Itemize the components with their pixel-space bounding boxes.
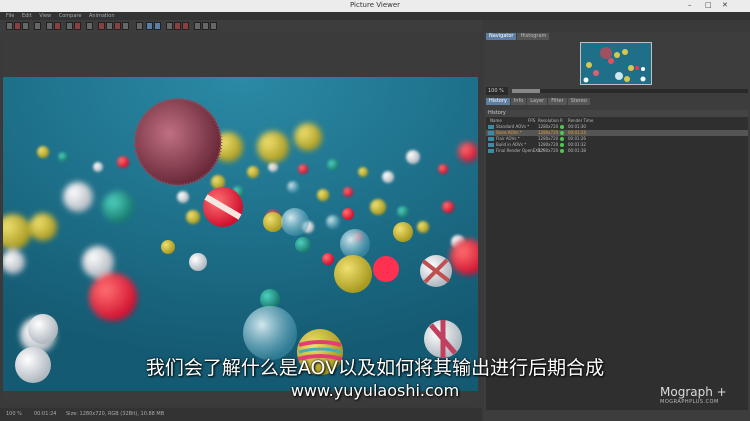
logo-brand: Mograph (660, 385, 713, 399)
stop-icon[interactable] (66, 22, 73, 30)
column-resolution[interactable]: Resolution (538, 117, 559, 124)
menu-compare[interactable]: Compare (59, 12, 82, 20)
history-thumbnail (488, 143, 494, 147)
history-row-name: Final Render OpenEXR * (496, 148, 545, 153)
status-ok-icon (560, 137, 564, 141)
status-ok-icon (560, 143, 564, 147)
logo-site: MOGRAPHPLUS.COM (660, 399, 719, 405)
history-list: Standard AOVs * 1280x720 00:01:30 Store AOV… (486, 124, 748, 154)
export-icon[interactable] (22, 22, 29, 30)
status-ok-icon (560, 125, 564, 129)
website-caption: www.yuyulaoshi.com (290, 381, 460, 400)
tab-history[interactable]: History (486, 98, 510, 105)
menu-animation[interactable]: Animation (89, 12, 115, 20)
status-ok-icon (560, 149, 564, 153)
navigator-tabs: Navigator Histogram (486, 33, 550, 40)
history-row-resolution: 1280x720 (538, 148, 559, 153)
history-row-time: 00:01:38 (568, 148, 586, 153)
history-thumbnail (488, 131, 494, 135)
window-titlebar: Picture Viewer – □ ✕ (0, 0, 750, 12)
open-icon[interactable] (6, 22, 13, 30)
channel-red-icon[interactable] (174, 22, 181, 30)
channel-alpha-icon[interactable] (194, 22, 201, 30)
tab-stereo[interactable]: Stereo (567, 98, 590, 105)
split-view-icon[interactable] (146, 22, 153, 30)
status-bar: 100 % 00:01:24 Size: 1280x720, RGB (32Bi… (0, 408, 482, 421)
settings-icon[interactable] (210, 22, 217, 30)
compare-b-icon[interactable] (98, 22, 105, 30)
render-image (3, 77, 478, 391)
tab-navigator[interactable]: Navigator (486, 33, 517, 40)
tab-filter[interactable]: Filter (548, 98, 567, 105)
navigator-thumbnail[interactable] (580, 42, 652, 85)
save-icon[interactable] (14, 22, 21, 30)
layer-icon[interactable] (114, 22, 121, 30)
history-thumbnail (488, 125, 494, 129)
filter-icon[interactable] (122, 22, 129, 30)
tab-layer[interactable]: Layer (527, 98, 548, 105)
region-icon[interactable] (46, 22, 53, 30)
menu-bar: File Edit View Compare Animation (0, 12, 750, 20)
status-render-time: 00:01:24 (34, 411, 57, 417)
history-tabs: History Info Layer Filter Stereo (486, 98, 591, 105)
copy-icon[interactable] (34, 22, 41, 30)
image-viewport[interactable] (3, 33, 478, 403)
column-name[interactable]: Name (490, 117, 502, 124)
render-icon[interactable] (54, 22, 61, 30)
grid-icon[interactable] (202, 22, 209, 30)
history-columns: Name FPS Resolution R Render Time (486, 117, 748, 124)
status-image-info: Size: 1280x720, RGB (32Bit), 10.88 MB (66, 411, 165, 417)
mograph-logo: Mograph + (660, 385, 727, 399)
swap-icon[interactable] (106, 22, 113, 30)
compare-a-icon[interactable] (86, 22, 93, 30)
zoom-fit-icon[interactable] (136, 22, 143, 30)
minimize-button[interactable]: – (688, 1, 692, 10)
tab-histogram[interactable]: Histogram (517, 33, 550, 40)
channel-green-icon[interactable] (182, 22, 189, 30)
zoom-input[interactable]: 100 % (486, 87, 508, 95)
tab-info[interactable]: Info (510, 98, 527, 105)
zoom-row: 100 % (486, 87, 748, 95)
history-title: History (486, 110, 748, 117)
menu-view[interactable]: View (39, 12, 51, 20)
history-thumbnail (488, 137, 494, 141)
toolbar (0, 20, 482, 32)
rendered-scene (3, 77, 478, 391)
close-button[interactable]: ✕ (722, 1, 728, 10)
history-thumbnail (488, 149, 494, 153)
zoom-slider[interactable] (512, 89, 748, 93)
column-render-time[interactable]: Render Time (568, 117, 593, 124)
history-row[interactable]: Final Render OpenEXR * 1280x720 00:01:38 (486, 148, 748, 154)
split-horizontal-icon[interactable] (154, 22, 161, 30)
column-r[interactable]: R (560, 117, 563, 124)
video-subtitle: 我们会了解什么是AOV以及如何将其输出进行后期合成 (145, 357, 605, 379)
column-fps[interactable]: FPS (528, 117, 535, 124)
menu-edit[interactable]: Edit (22, 12, 32, 20)
status-zoom[interactable]: 100 % (6, 411, 22, 417)
record-icon[interactable] (74, 22, 81, 30)
histogram-icon[interactable] (166, 22, 173, 30)
zoom-slider-fill (512, 89, 541, 93)
logo-plus: + (716, 385, 727, 399)
status-ok-icon (560, 131, 564, 135)
maximize-button[interactable]: □ (705, 1, 712, 10)
navigator-preview (581, 43, 651, 84)
window-title: Picture Viewer (349, 1, 401, 9)
menu-file[interactable]: File (6, 12, 14, 20)
